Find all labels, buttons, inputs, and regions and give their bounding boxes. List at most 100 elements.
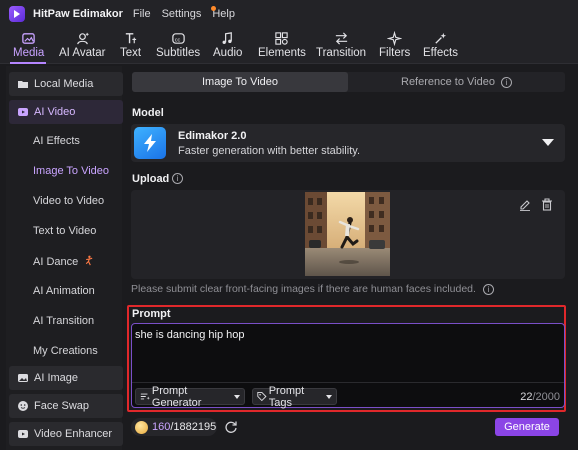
credits-used: 160 (152, 421, 171, 433)
generate-label: Generate (504, 421, 550, 433)
prompt-divider (132, 382, 564, 383)
sidebar-item-label: Local Media (34, 78, 94, 90)
ai-video-icon (18, 108, 28, 116)
edit-icon[interactable] (519, 199, 531, 211)
sidebar-item-label: AI Video (34, 106, 76, 118)
filters-icon (387, 31, 403, 46)
bottom-bar: 160/1882195 Generate (126, 414, 574, 444)
svg-text:cc: cc (174, 37, 180, 43)
text-icon (125, 33, 137, 44)
tool-label: Transition (316, 47, 367, 59)
menu-help[interactable]: Help (212, 8, 235, 20)
coin-icon (135, 420, 148, 434)
sidebar-sub-video-to-video[interactable]: Video to Video (33, 195, 104, 207)
dancer-icon (86, 255, 93, 266)
model-selector[interactable]: Edimakor 2.0 Faster generation with bett… (131, 124, 565, 162)
prompt-generator-label: Prompt Generator (151, 384, 202, 409)
image-icon (18, 374, 28, 382)
folder-icon (18, 81, 28, 88)
info-icon[interactable]: i (500, 76, 512, 88)
active-tool-indicator (10, 62, 46, 64)
prompt-generator-icon (140, 393, 150, 400)
title-bar: HitPaw Edimakor File Settings Help (0, 0, 578, 28)
tool-ai-avatar[interactable]: AI Avatar (59, 28, 105, 64)
tag-icon (257, 392, 267, 402)
uploaded-image (305, 192, 390, 276)
hint-info-icon[interactable]: i (482, 284, 494, 295)
sidebar-sub-my-creations[interactable]: My Creations (33, 345, 98, 357)
tab-label: Reference to Video (401, 76, 495, 88)
app-title: HitPaw Edimakor (33, 8, 123, 20)
sidebar-item-label: Face Swap (34, 400, 90, 412)
upload-section-label: Upload (132, 173, 170, 185)
prompt-section-label: Prompt (132, 308, 171, 320)
audio-icon (222, 32, 233, 44)
tool-effects[interactable]: Effects (423, 28, 458, 64)
sidebar-sub-ai-transition[interactable]: AI Transition (33, 315, 94, 327)
upload-area[interactable] (131, 190, 565, 279)
tool-elements[interactable]: Elements (258, 28, 306, 64)
model-description: Faster generation with better stability. (178, 145, 360, 157)
tool-text[interactable]: Text (120, 28, 141, 64)
tool-label: Media (13, 47, 45, 59)
sidebar-sub-image-to-video[interactable]: Image To Video (33, 165, 109, 177)
video-enhancer-icon (18, 430, 28, 438)
tool-label: Audio (213, 47, 243, 59)
tab-image-to-video[interactable]: Image To Video (132, 72, 348, 92)
app-logo-icon (9, 6, 25, 22)
prompt-tags-button[interactable]: Prompt Tags (252, 385, 337, 409)
tool-label: Effects (423, 47, 458, 59)
main-panel: Image To Video Reference to Video i Mode… (126, 66, 574, 450)
sidebar-item-local-media[interactable]: Local Media (9, 72, 123, 96)
chevron-down-icon (234, 394, 240, 399)
tool-filters[interactable]: Filters (379, 28, 410, 64)
effects-icon (435, 32, 447, 44)
menu-file[interactable]: File (133, 8, 151, 20)
prompt-text[interactable]: she is dancing hip hop (135, 329, 244, 341)
character-counter: 22/2000 (520, 391, 560, 403)
sidebar-item-ai-video[interactable]: AI Video (9, 100, 123, 124)
sidebar-sub-ai-animation[interactable]: AI Animation (33, 285, 95, 297)
sidebar-item-label: Video Enhancer (34, 428, 113, 440)
sidebar-item-face-swap[interactable]: Face Swap (9, 394, 123, 418)
transition-icon (335, 32, 347, 45)
tool-media[interactable]: Media (13, 28, 44, 64)
upload-hint: Please submit clear front-facing images … (131, 283, 494, 295)
menu-settings[interactable]: Settings (162, 8, 202, 20)
upload-info-icon[interactable]: i (172, 173, 183, 184)
sidebar-sub-ai-effects[interactable]: AI Effects (33, 135, 80, 147)
model-name: Edimakor 2.0 (178, 130, 247, 142)
credits-text: 160/1882195 (152, 421, 216, 433)
subtitles-icon: cc (171, 33, 185, 44)
sidebar-sub-text-to-video[interactable]: Text to Video (33, 225, 96, 237)
generate-button[interactable]: Generate (495, 418, 559, 436)
trash-icon[interactable] (541, 198, 553, 211)
sidebar-sub-ai-dance[interactable]: AI Dance (33, 255, 94, 268)
credits-total: /1882195 (170, 421, 217, 433)
face-swap-icon (18, 401, 28, 411)
tool-transition[interactable]: Transition (316, 28, 366, 64)
tool-subtitles[interactable]: cc Subtitles (156, 28, 200, 64)
sidebar-item-ai-image[interactable]: AI Image (9, 366, 123, 390)
sidebar: Local Media AI Video AI Effects Image To… (6, 66, 123, 450)
tab-reference-to-video[interactable]: Reference to Video i (348, 72, 565, 92)
tool-label: Subtitles (156, 47, 201, 59)
tool-label: Text (120, 47, 142, 59)
elements-icon (275, 32, 289, 45)
char-count: 22 (520, 391, 533, 403)
upload-hint-text: Please submit clear front-facing images … (131, 283, 476, 295)
chevron-down-icon[interactable] (542, 139, 554, 146)
prompt-tags-label: Prompt Tags (268, 384, 305, 409)
chevron-down-icon (326, 394, 332, 399)
tab-label: Image To Video (201, 76, 279, 88)
prompt-generator-button[interactable]: Prompt Generator (135, 385, 245, 409)
notification-dot (211, 6, 216, 11)
sidebar-item-label: AI Image (34, 372, 79, 384)
sidebar-item-video-enhancer[interactable]: Video Enhancer (9, 422, 123, 446)
media-icon (22, 33, 35, 44)
tool-label: Elements (258, 47, 306, 59)
model-section-label: Model (132, 107, 164, 119)
tool-audio[interactable]: Audio (213, 28, 242, 64)
refresh-icon[interactable] (224, 420, 238, 434)
credits-pill: 160/1882195 (131, 418, 217, 436)
